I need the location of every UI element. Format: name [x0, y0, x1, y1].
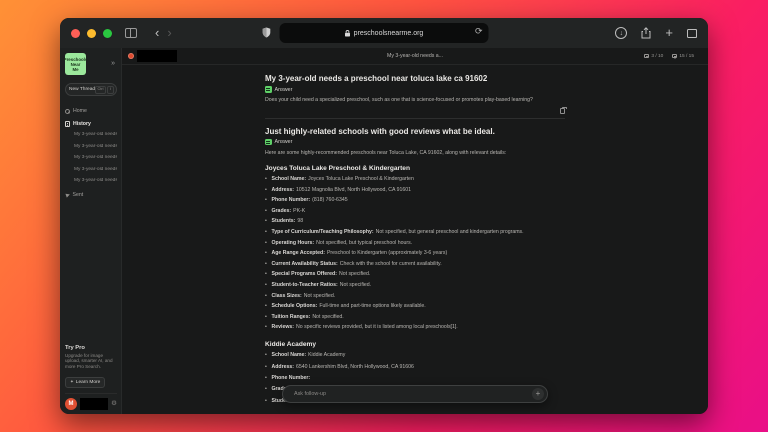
history-list: My 3-year-old needs a... My 3-year-old n… [74, 132, 117, 184]
followup-input[interactable] [294, 391, 532, 397]
lock-icon [345, 30, 351, 37]
redacted-thread-label [137, 50, 177, 62]
desktop-background: ‹ › preschoolsnearme.org ⟳ ↓ + [0, 0, 768, 432]
detail-item: • Schedule Options:Full-time and part-ti… [265, 304, 565, 310]
sidebar-item-sent[interactable]: Sent [65, 190, 117, 200]
answer-badge: Answer [265, 139, 565, 146]
window-controls [71, 29, 112, 38]
answer-icon [265, 86, 272, 93]
address-bar[interactable]: preschoolsnearme.org ⟳ [280, 23, 489, 43]
answer-2-intro: Here are some highly-recommended prescho… [265, 150, 565, 157]
forward-icon: › [163, 28, 175, 38]
detail-item: • Operating Hours:Not specified, but typ… [265, 241, 565, 247]
detail-item: • Grades:PK-K [265, 209, 565, 215]
image-counter: 3 / 10 [644, 54, 663, 59]
history-icon [65, 121, 70, 127]
answer-1-text: Does your child need a specialized presc… [265, 97, 565, 104]
share-icon[interactable] [641, 27, 651, 39]
history-item[interactable]: My 3-year-old needs a... [74, 155, 117, 161]
question-2: Just highly-related schools with good re… [265, 127, 565, 136]
try-pro-title: Try Pro [65, 345, 117, 351]
back-icon[interactable]: ‹ [151, 28, 163, 38]
school-1-details: • School Name:Joyces Toluca Lake Prescho… [265, 177, 565, 331]
answer-badge: Answer [265, 86, 565, 93]
thread-header: My 3-year-old needs a... 3 / 10 15 / 15 [122, 48, 708, 65]
detail-item: • Address:6540 Lankershim Blvd, North Ho… [265, 365, 565, 371]
main-content: My 3-year-old needs a... 3 / 10 15 / 15 [122, 48, 708, 414]
app-sidebar: Preschools Near Me » New Thread Ctrl I [60, 48, 122, 414]
browser-window: ‹ › preschoolsnearme.org ⟳ ↓ + [60, 18, 708, 414]
learn-more-icon: ✦ [70, 379, 74, 385]
gear-icon[interactable]: ⚙ [111, 400, 117, 408]
detail-item: • Address:10512 Magnolia Blvd, North Hol… [265, 188, 565, 194]
sidebar-item-history[interactable]: History [65, 119, 117, 129]
detail-item: • Reviews:No specific reviews provided, … [265, 325, 565, 331]
redacted-username [80, 398, 108, 410]
home-icon [65, 109, 70, 114]
browser-toolbar: ‹ › preschoolsnearme.org ⟳ ↓ + [60, 18, 708, 48]
url-text: preschoolsnearme.org [354, 30, 424, 37]
detail-item: • Class Sizes:Not specified. [265, 294, 565, 300]
avatar[interactable]: M [65, 398, 77, 410]
detail-item: • Age Range Accepted:Preschool to Kinder… [265, 251, 565, 257]
reload-icon[interactable]: ⟳ [475, 27, 483, 36]
detail-item: • School Name:Kiddie Academy [265, 353, 565, 359]
detail-item: • Type of Curriculum/Teaching Philosophy… [265, 230, 565, 236]
image-counter-icon [644, 54, 649, 59]
followup-bar: + [282, 385, 548, 403]
detail-item: • School Name:Joyces Toluca Lake Prescho… [265, 177, 565, 183]
thread-title: My 3-year-old needs a... [387, 53, 443, 59]
page-counter: 15 / 15 [672, 54, 694, 59]
downloads-icon[interactable]: ↓ [615, 27, 627, 39]
privacy-shield-icon[interactable] [262, 27, 271, 38]
school-2-name: Kiddie Academy [265, 341, 565, 349]
sidebar-collapse-icon[interactable]: » [111, 60, 115, 67]
page-counter-icon [672, 54, 677, 59]
detail-item: • Tuition Ranges:Not specified. [265, 315, 565, 321]
new-thread-button[interactable]: New Thread Ctrl I [65, 83, 117, 96]
question-1: My 3-year-old needs a preschool near tol… [265, 74, 565, 83]
detail-item: • Current Availability Status:Check with… [265, 262, 565, 268]
learn-more-button[interactable]: ✦ Learn More [65, 377, 105, 388]
browser-sidebar-icon[interactable] [125, 28, 137, 38]
answer-icon [265, 139, 272, 146]
history-item[interactable]: My 3-year-old needs a... [74, 167, 117, 173]
detail-item: • Phone Number:(818) 760-6345 [265, 198, 565, 204]
app-logo[interactable]: Preschools Near Me [65, 53, 86, 75]
user-row: M ⚙ [65, 393, 117, 410]
zoom-window-button[interactable] [103, 29, 112, 38]
quota-counters: 3 / 10 15 / 15 [644, 54, 694, 59]
detail-item: • Students:98 [265, 219, 565, 225]
detail-item: • Phone Number: [265, 376, 565, 382]
detail-item: • Student-to-Teacher Ratios:Not specifie… [265, 283, 565, 289]
red-dot-icon [128, 53, 134, 59]
keyboard-shortcut: Ctrl I [95, 86, 113, 94]
submit-followup-button[interactable]: + [532, 388, 544, 400]
close-window-button[interactable] [71, 29, 80, 38]
new-tab-icon[interactable]: + [665, 27, 673, 39]
tab-overview-icon[interactable] [687, 29, 697, 38]
history-item[interactable]: My 3-year-old needs a... [74, 144, 117, 150]
sent-icon [65, 192, 70, 197]
app-body: Preschools Near Me » New Thread Ctrl I [60, 48, 708, 414]
toolbar-right-icons: ↓ + [615, 18, 697, 48]
minimize-window-button[interactable] [87, 29, 96, 38]
section-divider [265, 118, 565, 119]
try-pro-description: Upgrade for image upload, smarter AI, an… [65, 353, 117, 370]
history-item[interactable]: My 3-year-old needs a... [74, 178, 117, 184]
thread-scroll-area[interactable]: My 3-year-old needs a preschool near tol… [122, 65, 708, 414]
school-1-name: Joyces Toluca Lake Preschool & Kindergar… [265, 165, 565, 173]
detail-item: • Special Programs Offered:Not specified… [265, 272, 565, 278]
copy-icon[interactable] [560, 108, 566, 115]
sidebar-item-home[interactable]: Home [65, 106, 117, 116]
history-item[interactable]: My 3-year-old needs a... [74, 132, 117, 138]
